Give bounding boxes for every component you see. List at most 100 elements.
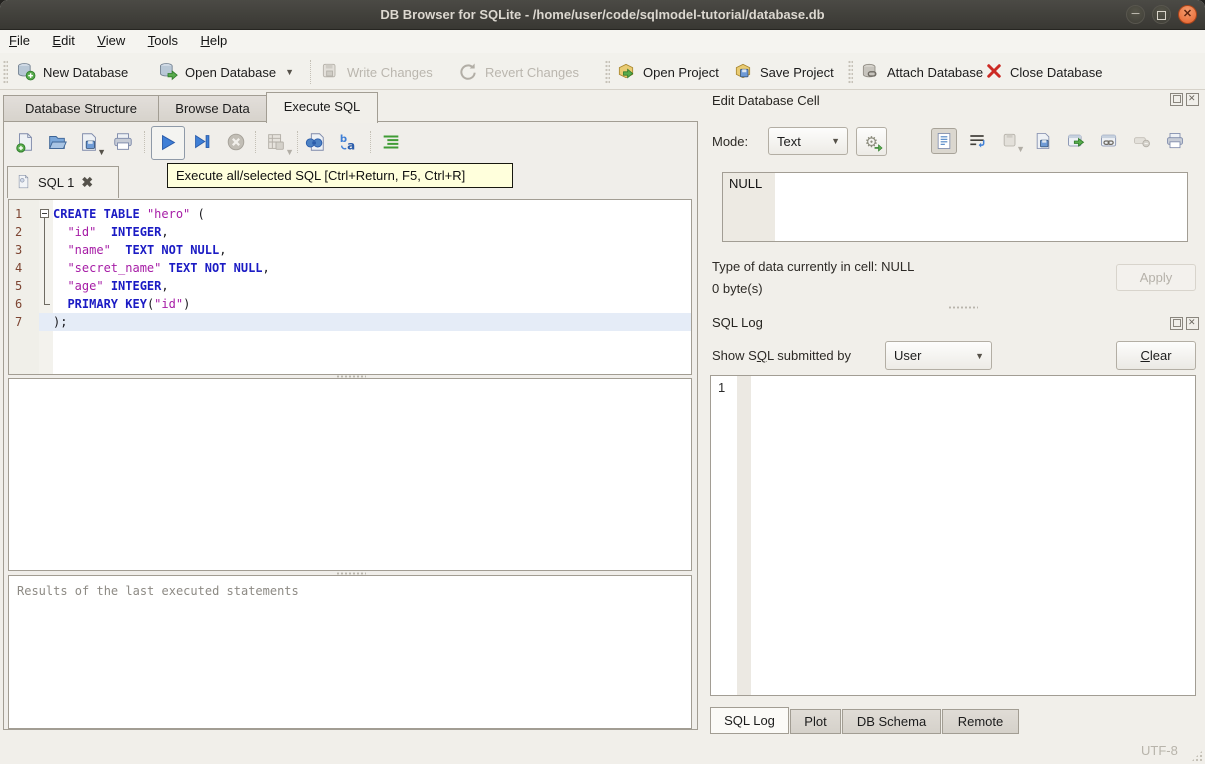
resize-grip[interactable] <box>1191 750 1203 762</box>
sql-log-filter-label: Show SQL submitted by <box>712 348 851 363</box>
chevron-down-icon: ▼ <box>831 136 840 146</box>
new-database-icon <box>16 61 36 84</box>
find-replace-icon[interactable] <box>302 129 328 155</box>
editor-line-2[interactable]: 2 "id" INTEGER, <box>9 223 691 241</box>
clear-log-button[interactable]: Clear <box>1116 341 1196 370</box>
edit-cell-float-icon[interactable] <box>1170 93 1183 106</box>
new-database-button[interactable]: New Database <box>16 59 128 85</box>
menu-help[interactable]: Help <box>192 30 237 53</box>
menu-bar: File Edit View Tools Help <box>0 30 1205 53</box>
window-titlebar[interactable]: DB Browser for SQLite - /home/user/code/… <box>0 0 1205 30</box>
stop-icon <box>223 129 249 155</box>
editor-line-7[interactable]: 7); <box>9 313 691 331</box>
close-sql-tab-icon[interactable]: ✖ <box>81 174 93 191</box>
open-database-button[interactable]: Open Database ▼ <box>158 59 294 85</box>
menu-file[interactable]: File <box>0 30 39 53</box>
cell-value: NULL <box>729 176 763 191</box>
editor-line-5[interactable]: 5 "age" INTEGER, <box>9 277 691 295</box>
editor-line-4[interactable]: 4 "secret_name" TEXT NOT NULL, <box>9 259 691 277</box>
sql-log-area[interactable]: 1 <box>710 375 1196 696</box>
open-sql-file-icon[interactable] <box>44 129 70 155</box>
format-sql-icon[interactable] <box>378 129 404 155</box>
sql-log-float-icon[interactable] <box>1170 317 1183 330</box>
text-mode-icon[interactable] <box>931 128 957 154</box>
set-null-icon <box>1129 128 1155 154</box>
editor-line-3[interactable]: 3 "name" TEXT NOT NULL, <box>9 241 691 259</box>
dock-tab-db-schema[interactable]: DB Schema <box>842 709 941 734</box>
attach-database-button[interactable]: Attach Database <box>860 59 983 85</box>
print-cell-icon[interactable] <box>1162 128 1188 154</box>
sql-file-icon <box>16 174 31 192</box>
sql-log-dock-title: SQL Log <box>712 315 763 330</box>
copy-link-icon[interactable] <box>1096 128 1122 154</box>
cell-mode-select[interactable]: Text ▼ <box>768 127 848 155</box>
menu-edit[interactable]: Edit <box>43 30 83 53</box>
sql-log-close-icon[interactable] <box>1186 317 1199 330</box>
close-database-button[interactable]: Close Database <box>985 59 1103 85</box>
import-dropdown-arrow: ▼ <box>1016 144 1025 154</box>
tab-browse-data[interactable]: Browse Data <box>158 95 267 122</box>
sql-log-line-number: 1 <box>718 380 726 395</box>
menu-tools[interactable]: Tools <box>139 30 187 53</box>
edit-cell-close-icon[interactable] <box>1186 93 1199 106</box>
execution-messages-pane[interactable]: Results of the last executed statements <box>8 575 692 729</box>
save-results-icon: ▼ <box>263 129 294 157</box>
minimize-button[interactable]: ─ <box>1126 5 1145 24</box>
tab-database-structure[interactable]: Database Structure <box>3 95 159 122</box>
sql-code-editor[interactable]: 1 CREATE TABLE "hero" (2 "id" INTEGER, 3 "… <box>8 199 692 375</box>
word-wrap-icon[interactable] <box>964 128 990 154</box>
toolbar-drag-handle[interactable] <box>3 60 8 84</box>
save-project-button[interactable]: Save Project <box>733 59 834 85</box>
encoding-status: UTF-8 <box>1141 743 1178 758</box>
editor-line-1[interactable]: 1 CREATE TABLE "hero" ( <box>9 205 691 223</box>
execute-all-icon[interactable] <box>155 130 181 156</box>
results-grid-pane[interactable] <box>8 378 692 571</box>
save-sql-file-icon[interactable]: ▼ <box>76 129 106 157</box>
dock-tab-sql-log[interactable]: SQL Log <box>710 707 789 734</box>
revert-changes-icon <box>458 61 478 84</box>
cell-value-editor[interactable]: NULL <box>722 172 1188 242</box>
save-sql-dropdown-arrow[interactable]: ▼ <box>97 147 106 157</box>
maximize-icon <box>1157 11 1166 20</box>
open-sql-tab-icon[interactable] <box>12 129 38 155</box>
execute-current-line-icon[interactable] <box>189 129 215 155</box>
close-button[interactable]: ✕ <box>1178 5 1197 24</box>
dock-tab-plot[interactable]: Plot <box>790 709 841 734</box>
new-database-label: New Database <box>43 64 129 80</box>
menu-view[interactable]: View <box>88 30 134 53</box>
dock-tab-remote[interactable]: Remote <box>942 709 1019 734</box>
dock-splitter[interactable] <box>948 306 978 309</box>
save-data-icon[interactable] <box>1030 128 1056 154</box>
print-sql-icon[interactable] <box>110 129 136 155</box>
sql-log-filter-select[interactable]: User ▼ <box>885 341 992 370</box>
sql-editor-lines: 1 CREATE TABLE "hero" (2 "id" INTEGER, 3 "… <box>9 205 691 331</box>
write-changes-label: Write Changes <box>347 64 433 80</box>
open-database-icon <box>158 61 178 84</box>
fold-marker[interactable] <box>39 205 53 223</box>
editor-line-6[interactable]: 6 PRIMARY KEY("id") <box>9 295 691 313</box>
save-project-label: Save Project <box>760 64 834 80</box>
fold-marker <box>39 241 53 259</box>
auto-completion-icon[interactable]: ba <box>336 129 362 155</box>
fold-marker <box>39 223 53 241</box>
toolbar-drag-handle-2[interactable] <box>605 60 610 84</box>
sql-document-tab[interactable]: SQL 1 ✖ <box>7 166 119 198</box>
window-title: DB Browser for SQLite - /home/user/code/… <box>380 7 825 22</box>
save-project-icon <box>733 61 753 84</box>
tab-execute-sql[interactable]: Execute SQL <box>266 92 378 123</box>
svg-text:a: a <box>347 138 355 152</box>
open-database-dropdown-arrow[interactable]: ▼ <box>285 67 294 77</box>
db-browser-window: DB Browser for SQLite - /home/user/code/… <box>0 0 1205 764</box>
revert-changes-label: Revert Changes <box>485 64 579 80</box>
sql-log-filter-value: User <box>894 348 922 363</box>
toolbar-drag-handle-3[interactable] <box>848 60 853 84</box>
apply-button: Apply <box>1116 264 1196 291</box>
open-project-button[interactable]: Open Project <box>616 59 719 85</box>
attach-database-icon <box>860 61 880 84</box>
fold-marker <box>39 277 53 295</box>
auto-switch-mode-button[interactable]: ⚙ <box>856 127 887 156</box>
export-data-icon[interactable] <box>1063 128 1089 154</box>
gear-arrow-icon <box>874 144 883 152</box>
cell-mode-value: Text <box>777 133 801 149</box>
maximize-button[interactable] <box>1152 5 1171 24</box>
